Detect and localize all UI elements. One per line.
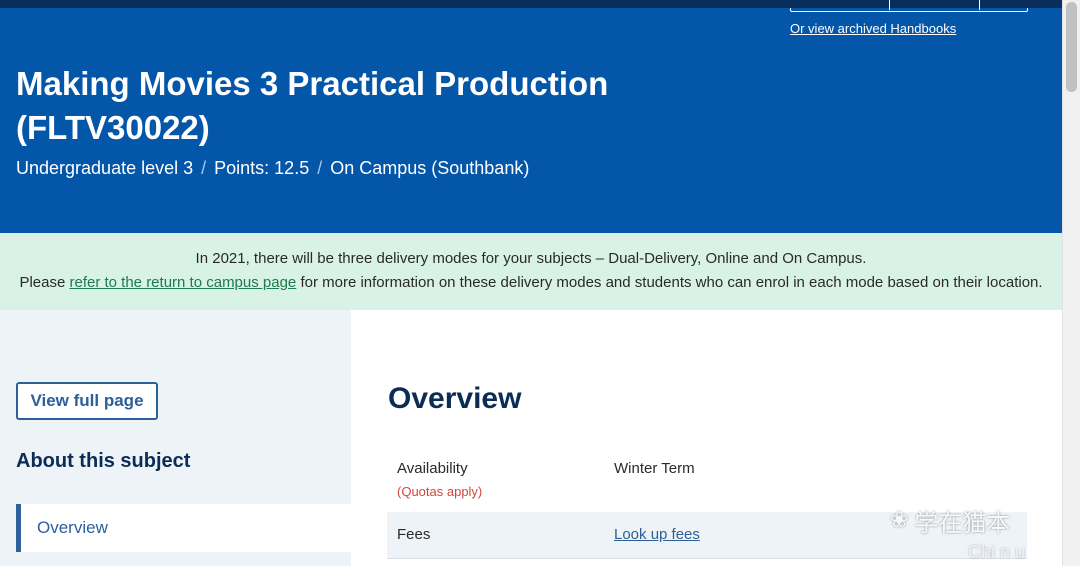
notice-line-1: In 2021, there will be three delivery mo… <box>195 250 867 267</box>
subject-header: Or view archived Handbooks Making Movies… <box>0 0 1062 233</box>
notice-suffix: for more information on these delivery m… <box>296 274 1043 291</box>
fees-label: Fees <box>397 526 431 543</box>
menu-divider <box>979 0 980 10</box>
watermark: ❀ 学在猫本 <box>890 503 1010 538</box>
archived-handbooks-link[interactable]: Or view archived Handbooks <box>790 21 956 36</box>
watermark-subtext: Chi n u <box>968 542 1026 562</box>
overview-heading: Overview <box>388 382 522 415</box>
page-title: Making Movies 3 Practical Production (FL… <box>16 65 609 146</box>
meta-separator: / <box>317 158 323 178</box>
notice-line-2: Please refer to the return to campus pag… <box>0 274 1062 291</box>
subject-meta: Undergraduate level 3 / Points: 12.5 / On Ca… <box>16 158 529 179</box>
view-full-page-button[interactable]: View full page <box>16 382 158 420</box>
subject-level: Undergraduate level 3 <box>16 158 194 178</box>
about-subject-heading: About this subject <box>16 450 191 472</box>
scrollbar-thumb[interactable] <box>1066 2 1077 92</box>
fees-value: Look up fees <box>614 526 700 543</box>
page-scrollbar[interactable] <box>1062 0 1080 566</box>
wechat-icon: ❀ <box>890 508 909 533</box>
search-divider <box>889 0 890 10</box>
watermark-text: 学在猫本 <box>914 509 1011 537</box>
sidebar-item-overview[interactable]: Overview <box>16 504 351 552</box>
delivery-mode-notice: In 2021, there will be three delivery mo… <box>0 233 1062 310</box>
return-to-campus-link[interactable]: refer to the return to campus page <box>69 274 296 291</box>
look-up-fees-link[interactable]: Look up fees <box>614 526 700 543</box>
notice-prefix: Please <box>19 274 70 291</box>
availability-label: Availability <box>397 460 468 477</box>
top-nav-strip <box>0 0 1062 8</box>
search-menu-bar-fragment[interactable] <box>790 0 1028 12</box>
quotas-note: (Quotas apply) <box>397 484 483 499</box>
availability-value: Winter Term <box>614 460 695 477</box>
sidebar: View full page About this subject Overvi… <box>0 310 351 566</box>
subject-campus: On Campus (Southbank) <box>330 158 530 178</box>
meta-separator: / <box>201 158 207 178</box>
subject-points: Points: 12.5 <box>214 158 310 178</box>
